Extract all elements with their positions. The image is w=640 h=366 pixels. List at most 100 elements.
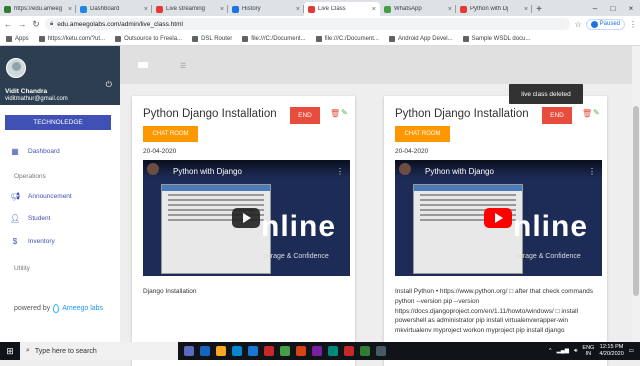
class-description: Django Installation: [143, 288, 197, 295]
tab-favicon-icon: [232, 5, 239, 13]
bookmark-item[interactable]: Apps: [6, 35, 29, 42]
end-class-button[interactable]: END: [290, 107, 320, 124]
app-icon[interactable]: [360, 346, 370, 356]
edge-icon[interactable]: [200, 346, 210, 356]
app-icon[interactable]: [344, 346, 354, 356]
close-icon[interactable]: ×: [68, 6, 72, 13]
video-menu-icon[interactable]: ⋮: [588, 167, 596, 176]
class-title: Python Django Installation: [395, 108, 529, 120]
maximize-icon[interactable]: □: [604, 0, 622, 16]
sidebar-item-inventory[interactable]: $ Inventory: [0, 234, 120, 248]
bookmark-item[interactable]: file:///C:/Document...: [315, 35, 379, 42]
file-explorer-icon[interactable]: [216, 346, 226, 356]
brand-link[interactable]: Ameego labs: [62, 305, 103, 312]
tab-favicon-icon: [80, 5, 87, 13]
video-overlay-text: nline: [513, 210, 589, 243]
search-icon: ⌕: [26, 347, 30, 354]
store-icon[interactable]: [232, 346, 242, 356]
minimize-icon[interactable]: –: [586, 0, 604, 16]
url-text: edu.ameegolabs.com/admin/live_class.html: [57, 20, 183, 28]
bookmark-icon: [388, 35, 395, 42]
delete-icon[interactable]: 🗑︎: [582, 109, 592, 118]
sidebar-item-dashboard[interactable]: ▦ Dashboard: [0, 144, 120, 158]
lock-icon: 🔒︎: [50, 20, 54, 27]
edit-icon[interactable]: ✎: [341, 108, 348, 117]
bookmarks-bar: Apps https://ketu.com/?ut... Outsource t…: [0, 32, 640, 46]
chat-room-button[interactable]: CHAT ROOM: [395, 126, 450, 142]
clock[interactable]: 12:15 PM 4/20/2020: [599, 344, 623, 358]
content-top-bar: ☰: [120, 46, 632, 84]
powered-by: powered by Ameego labs: [14, 304, 104, 313]
language-indicator[interactable]: ENG IN: [582, 345, 594, 357]
app-icon[interactable]: [264, 346, 274, 356]
close-icon[interactable]: ×: [220, 6, 224, 13]
video-overlay-subtext: ourage & Confidence: [263, 253, 329, 260]
mail-icon[interactable]: [248, 346, 258, 356]
close-window-icon[interactable]: ×: [622, 0, 640, 16]
dashboard-icon: ▦: [11, 146, 19, 156]
bookmark-item[interactable]: DSL Router: [192, 35, 232, 42]
browser-tab[interactable]: Python with Dj ×: [456, 2, 532, 16]
system-tray: ^ ▂▄▆ 🔊︎ ENG IN 12:15 PM 4/20/2020 ▭: [549, 344, 640, 358]
profile-button[interactable]: Paused: [585, 18, 625, 30]
close-icon[interactable]: ×: [296, 6, 300, 13]
tray-chevron-icon[interactable]: ^: [549, 348, 552, 354]
browser-tab-active[interactable]: Live Class ×: [304, 2, 380, 16]
url-input[interactable]: 🔒︎ edu.ameegolabs.com/admin/live_class.h…: [45, 18, 571, 30]
channel-avatar: [147, 163, 159, 175]
task-view-icon[interactable]: [184, 346, 194, 356]
windows-start-icon[interactable]: ⊞: [0, 342, 20, 360]
organization-button[interactable]: TECHNOLEDGE: [5, 115, 111, 130]
edit-icon[interactable]: ✎: [593, 108, 600, 117]
bookmark-item[interactable]: file:///C:/Document...: [242, 35, 306, 42]
video-player[interactable]: nline ourage & Confidence Python with Dj…: [395, 160, 602, 276]
close-icon[interactable]: ×: [448, 6, 452, 13]
end-class-button[interactable]: END: [542, 107, 572, 124]
app-icon[interactable]: [328, 346, 338, 356]
bookmark-item[interactable]: Outsource to Freela...: [115, 35, 182, 42]
sidebar-item-student[interactable]: 👤︎ Student: [0, 211, 120, 225]
browser-tab[interactable]: History ×: [228, 2, 304, 16]
volume-icon[interactable]: 🔊︎: [574, 348, 577, 355]
browser-tab[interactable]: Live streaming ×: [152, 2, 228, 16]
app-icon[interactable]: [376, 346, 386, 356]
youtube-play-icon[interactable]: [484, 208, 512, 228]
network-icon[interactable]: ▂▄▆: [557, 348, 569, 354]
address-bar-row: ← → ↻ 🔒︎ edu.ameegolabs.com/admin/live_c…: [0, 16, 640, 32]
forward-icon[interactable]: →: [17, 19, 27, 29]
bookmark-item[interactable]: Sample WSDL docu...: [462, 35, 530, 42]
page-scrollbar[interactable]: [632, 46, 640, 346]
close-icon[interactable]: ×: [524, 6, 528, 13]
play-icon[interactable]: [232, 208, 260, 228]
power-icon[interactable]: ⏻: [106, 80, 112, 90]
view-toggle-icon[interactable]: [138, 62, 148, 68]
taskbar-search-input[interactable]: ⌕ Type here to search: [20, 342, 178, 360]
bookmark-star-icon[interactable]: ☆: [574, 20, 581, 29]
browser-tab[interactable]: WhatsApp ×: [380, 2, 456, 16]
browser-tab[interactable]: Dashboard ×: [76, 2, 152, 16]
browser-menu-icon[interactable]: ⋮: [629, 20, 637, 29]
chrome-icon[interactable]: [280, 346, 290, 356]
bookmark-item[interactable]: https://ketu.com/?ut...: [38, 35, 105, 42]
close-icon[interactable]: ×: [372, 6, 376, 13]
list-view-icon[interactable]: ☰: [180, 62, 186, 70]
app-icon[interactable]: [296, 346, 306, 356]
notifications-icon[interactable]: ▭: [629, 348, 634, 354]
new-tab-button[interactable]: +: [532, 2, 546, 16]
window-controls: – □ ×: [586, 0, 640, 16]
close-icon[interactable]: ×: [144, 6, 148, 13]
video-menu-icon[interactable]: ⋮: [336, 167, 344, 176]
video-player[interactable]: nline ourage & Confidence Python with Dj…: [143, 160, 350, 276]
back-icon[interactable]: ←: [3, 19, 13, 29]
delete-icon[interactable]: 🗑︎: [330, 109, 340, 118]
browser-tab[interactable]: https://edu.ameeg ×: [0, 2, 76, 16]
sidebar-section-operations: Operations: [14, 173, 46, 180]
reload-icon[interactable]: ↻: [31, 19, 41, 30]
bookmark-item[interactable]: Android App Devel...: [388, 35, 453, 42]
chat-room-button[interactable]: CHAT ROOM: [143, 126, 198, 142]
sidebar-item-announcement[interactable]: 📢︎ Announcement: [0, 189, 120, 203]
windows-taskbar: ⊞ ⌕ Type here to search ^ ▂▄▆ 🔊︎ ENG IN …: [0, 342, 640, 360]
bookmark-icon: [192, 35, 199, 42]
app-icon[interactable]: [312, 346, 322, 356]
scrollbar-thumb[interactable]: [633, 106, 639, 296]
